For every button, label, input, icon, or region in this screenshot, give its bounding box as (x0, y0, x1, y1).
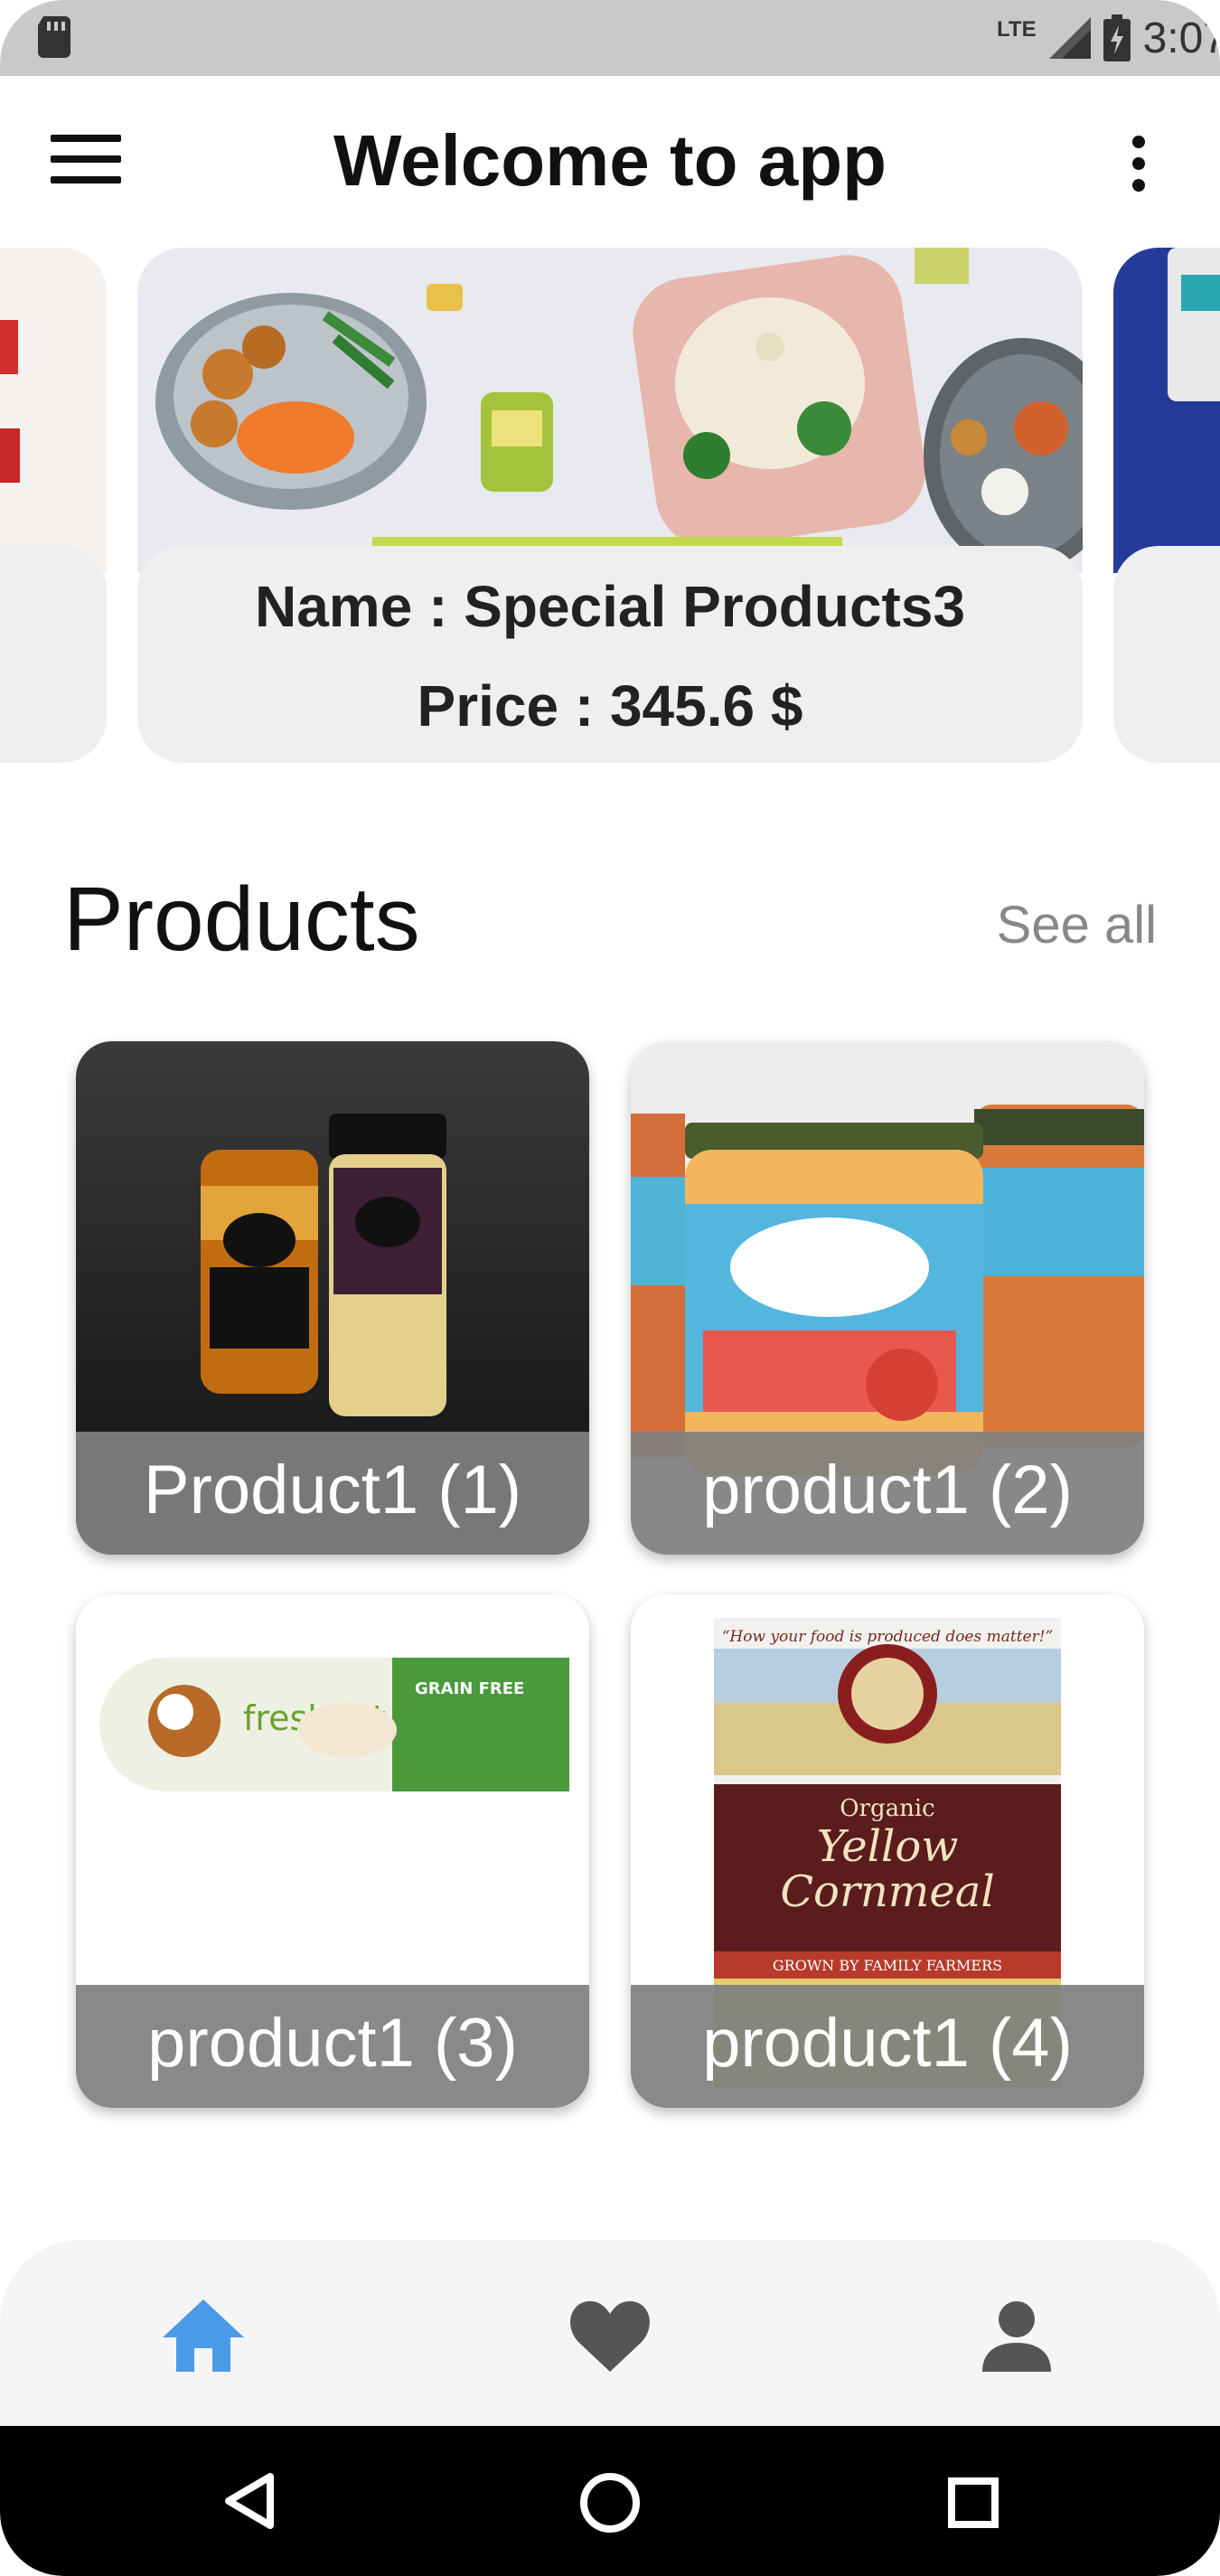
signal-icon (1048, 17, 1091, 59)
bag-yellow-text: Yellow (817, 1821, 959, 1872)
battery-icon (1103, 14, 1131, 61)
product-label: product1 (2) (631, 1432, 1144, 1555)
product-label: product1 (4) (631, 1985, 1144, 2108)
more-options-button[interactable] (1130, 136, 1148, 192)
product-image (0, 248, 107, 573)
product-card[interactable]: product1 (2) (631, 1041, 1144, 1555)
person-icon[interactable] (971, 2290, 1062, 2381)
product-label: product1 (3) (76, 1985, 589, 2108)
carousel-card-active[interactable]: Name : Special Products3 Price : 345.6 $ (137, 248, 1083, 763)
product-card[interactable]: Product1 (1) (76, 1041, 589, 1555)
clock: 3:07 (1142, 14, 1220, 62)
product-card[interactable]: “How your food is produced does matter!”… (631, 1594, 1144, 2108)
see-all-link[interactable]: See all (997, 895, 1157, 955)
carousel-card-previous[interactable] (0, 248, 107, 763)
section-title: Products (63, 869, 420, 970)
product-image (1113, 248, 1220, 573)
page-title: Welcome to app (333, 120, 887, 201)
products-header: Products See all (63, 868, 1157, 976)
recents-icon[interactable] (947, 2477, 999, 2529)
card-product-name: Name : Special Products3 (254, 574, 966, 639)
card-info-panel (1113, 546, 1220, 763)
more-vert-icon (1132, 136, 1145, 148)
heart-icon[interactable] (565, 2290, 655, 2381)
product-image (137, 248, 1083, 573)
carousel-card-next[interactable] (1113, 248, 1220, 763)
bag-family-farmers-text: GROWN BY FAMILY FARMERS (773, 1957, 1002, 1974)
home-circle-icon[interactable] (578, 2471, 642, 2534)
card-info-panel (0, 546, 107, 763)
card-product-price: Price : 345.6 $ (417, 673, 803, 738)
grain-free-badge: GRAIN FREE (415, 1679, 524, 1698)
home-icon[interactable] (158, 2290, 249, 2381)
card-info-panel: Name : Special Products3 Price : 345.6 $ (137, 546, 1083, 763)
product-label: Product1 (1) (76, 1432, 589, 1555)
product-card[interactable]: freshpet GRAIN FREE product1 (3) (76, 1594, 589, 2108)
bottom-navigation (0, 2240, 1220, 2426)
system-navigation-bar (0, 2426, 1220, 2576)
app-bar: Welcome to app (0, 76, 1220, 248)
status-bar: LTE 3:07 (0, 0, 1220, 76)
back-icon[interactable] (221, 2471, 276, 2531)
bag-tagline: “How your food is produced does matter!” (722, 1628, 1054, 1646)
phone-screen: LTE 3:07 Welcome to app Name: Special P… (0, 0, 1220, 2576)
sim-card-icon (38, 16, 70, 58)
bag-organic-text: Organic (840, 1795, 935, 1822)
bag-cornmeal-text: Cornmeal (780, 1866, 994, 1917)
featured-carousel[interactable]: Name : Special Products3 Price : 345.6 $ (0, 248, 1220, 772)
network-type: LTE (997, 17, 1037, 42)
